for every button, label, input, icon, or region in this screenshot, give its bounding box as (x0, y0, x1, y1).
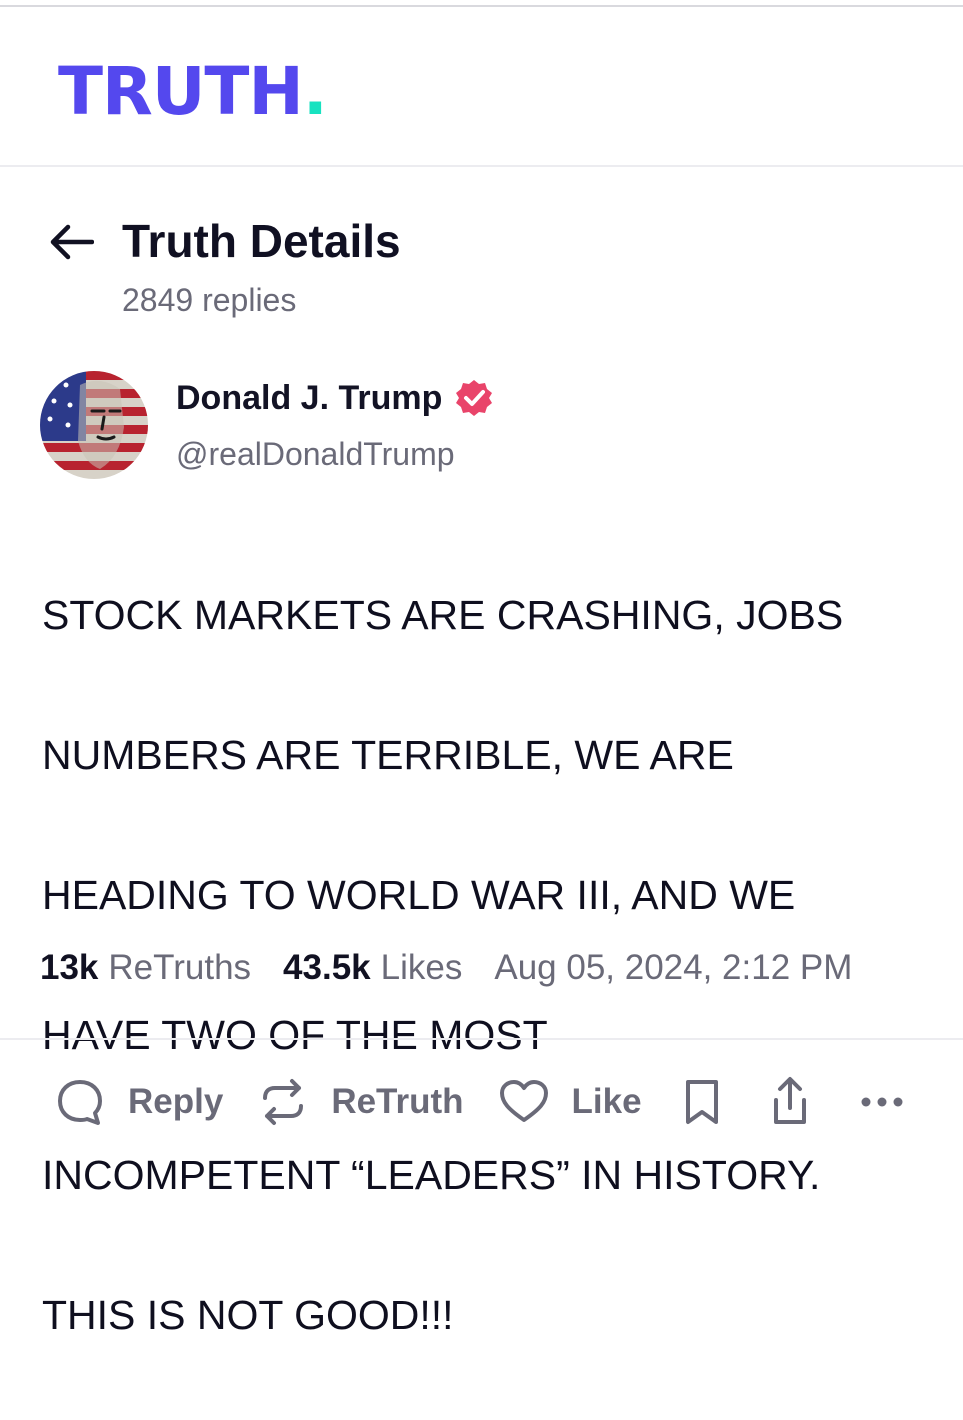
reply-bubble-icon (58, 1080, 102, 1125)
author-name-row: Donald J. Trump (176, 378, 494, 418)
post-line: HAVE TWO OF THE MOST (42, 1012, 548, 1058)
share-icon (773, 1077, 806, 1124)
likes-count: 43.5k (283, 948, 371, 987)
truth-logo[interactable]: TRUTH. (58, 59, 328, 125)
author-handle[interactable]: @realDonaldTrump (176, 436, 455, 473)
more-dots-icon (861, 1097, 903, 1107)
post-line: THIS IS NOT GOOD!!! (42, 1292, 454, 1338)
bookmark-button[interactable] (682, 1076, 722, 1128)
action-bar: Reply ReTruth Like (54, 1074, 908, 1130)
post-stats: 13k ReTruths 43.5k Likes Aug 05, 2024, 2… (40, 948, 852, 988)
post-line: STOCK MARKETS ARE CRASHING, JOBS (42, 592, 844, 638)
post-line: HEADING TO WORLD WAR III, AND WE (42, 872, 796, 918)
post-line: NUMBERS ARE TERRIBLE, WE ARE (42, 732, 734, 778)
reply-count: 2849 replies (122, 282, 297, 318)
logo-dot: . (302, 53, 328, 130)
page-title: Truth Details (122, 215, 401, 267)
app-header: TRUTH. (0, 7, 963, 167)
reply-label: Reply (128, 1082, 224, 1121)
share-button[interactable] (768, 1074, 812, 1130)
author-name[interactable]: Donald J. Trump (176, 379, 442, 418)
retruths-count: 13k (40, 948, 99, 987)
avatar[interactable] (40, 371, 148, 479)
like-button[interactable]: Like (498, 1076, 642, 1128)
retruth-button[interactable]: ReTruth (257, 1076, 464, 1128)
logo-text: TRUTH (58, 53, 304, 130)
like-label: Like (571, 1082, 642, 1121)
retruths-stat[interactable]: 13k ReTruths (40, 948, 251, 988)
post-timestamp: Aug 05, 2024, 2:12 PM (494, 948, 853, 987)
retruth-label: ReTruth (331, 1082, 464, 1121)
reply-button[interactable]: Reply (54, 1076, 223, 1128)
back-arrow-icon[interactable] (48, 223, 94, 261)
repost-icon (263, 1079, 304, 1125)
bookmark-icon (685, 1080, 718, 1124)
retruths-label: ReTruths (108, 948, 252, 987)
heart-icon (499, 1080, 548, 1122)
more-button[interactable] (856, 1076, 908, 1128)
likes-label: Likes (380, 948, 463, 987)
likes-stat[interactable]: 43.5k Likes (283, 948, 462, 988)
verified-badge-icon (456, 380, 493, 416)
actions-divider (0, 1038, 963, 1040)
